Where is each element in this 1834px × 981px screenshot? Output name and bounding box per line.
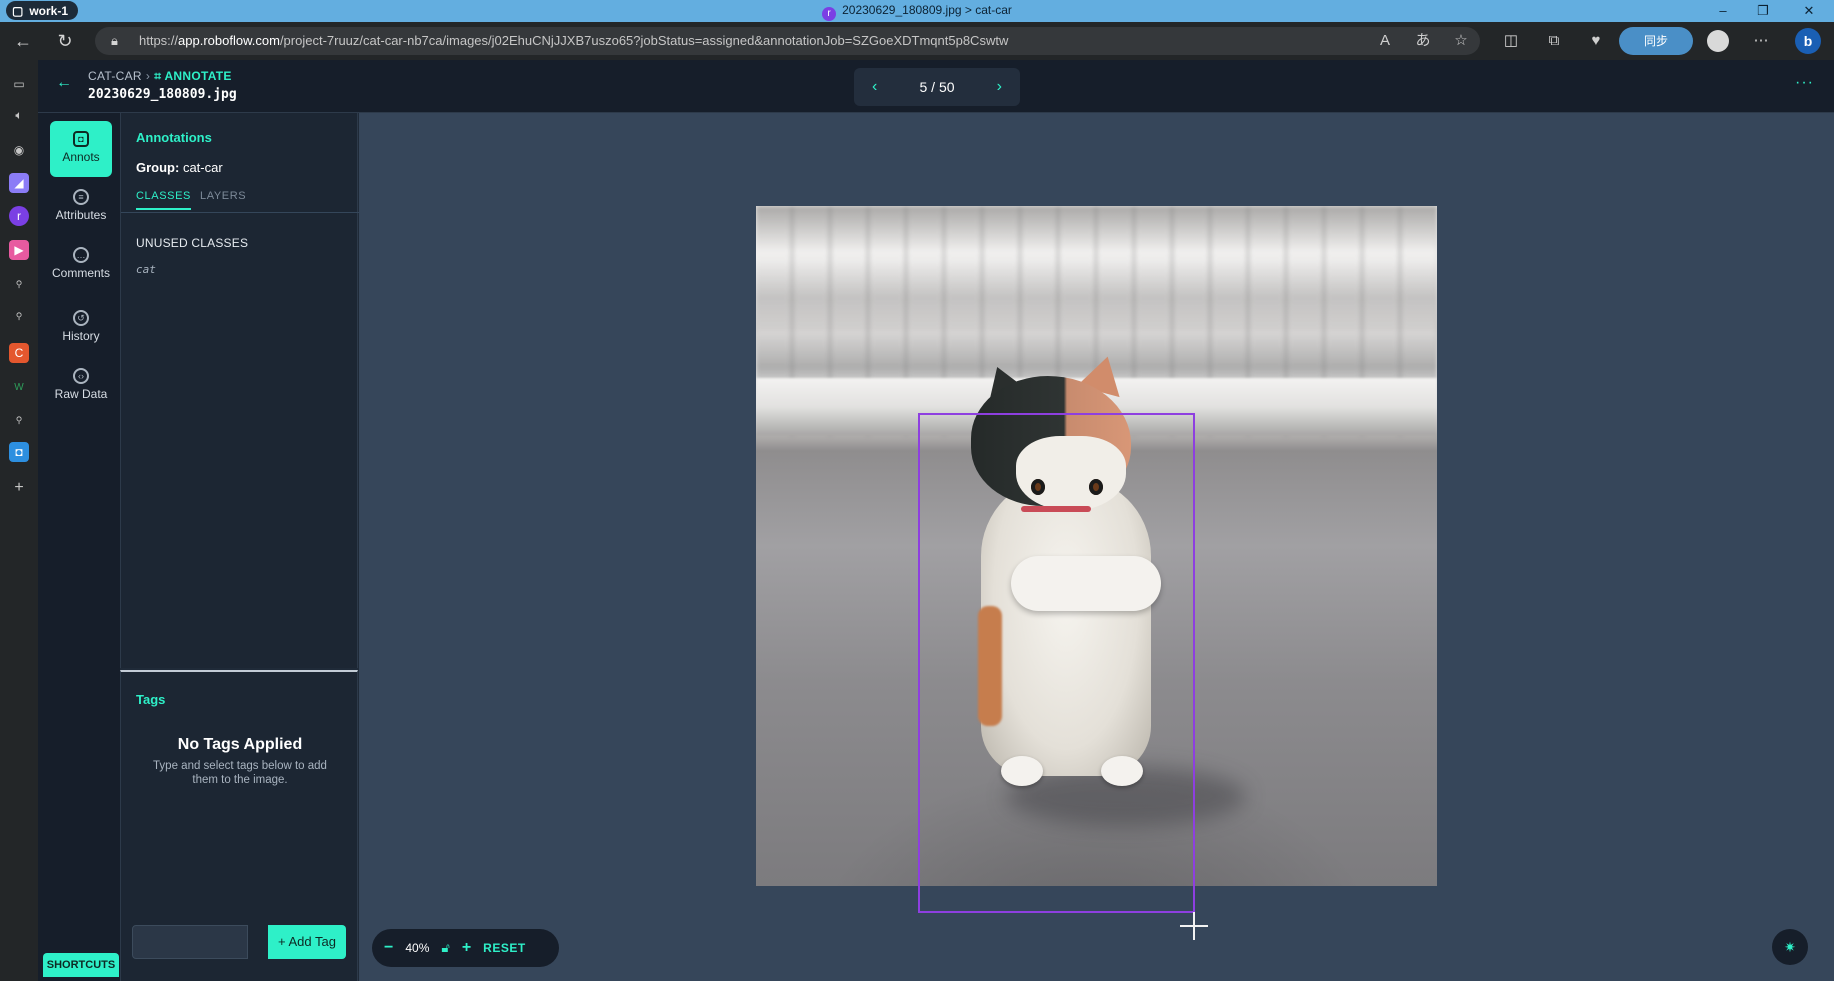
- rail-comments-label: Comments: [51, 266, 110, 280]
- restore-button[interactable]: ❐: [1750, 1, 1776, 21]
- audio-icon[interactable]: 🔈︎: [9, 105, 29, 125]
- app-icon-c[interactable]: C: [9, 343, 29, 363]
- more-options-icon[interactable]: ···: [1795, 74, 1814, 92]
- url-path: /project-7ruuz/cat-car-nb7ca/images/j02E…: [279, 33, 1009, 48]
- add-tag-button[interactable]: + Add Tag: [268, 925, 346, 959]
- lock-icon: 🔒︎: [111, 33, 118, 48]
- zoom-level: 40%: [405, 941, 430, 955]
- edge-sidebar: ▭ 🔈︎ ◉ ◢ r ▶ ⚲ ⚲ C W ⚲ ◘ +: [0, 60, 38, 981]
- browser-essentials-icon[interactable]: ♥: [1585, 30, 1607, 52]
- sync-button[interactable]: 同步: [1619, 27, 1693, 55]
- annotation-canvas[interactable]: [359, 113, 1834, 981]
- tags-title: Tags: [136, 692, 166, 707]
- group-line: Group: cat-car: [136, 160, 223, 175]
- breadcrumb: CAT-CAR › ⌗ ANNOTATE: [88, 69, 232, 84]
- media-app-icon[interactable]: ▶: [9, 240, 29, 260]
- roboflow-favicon-icon: r: [822, 7, 837, 21]
- zoom-lock-icon[interactable]: 🔓︎: [441, 940, 449, 956]
- shortcuts-button[interactable]: SHORTCUTS: [43, 953, 119, 977]
- copilot-icon[interactable]: b: [1795, 28, 1821, 54]
- crosshair-cursor-h: [1180, 925, 1208, 927]
- more-menu-icon[interactable]: ⋯: [1750, 30, 1772, 52]
- back-icon[interactable]: ←: [10, 28, 36, 54]
- refresh-icon[interactable]: ↻: [52, 28, 78, 54]
- zoom-in-button[interactable]: +: [462, 939, 471, 957]
- search-icon-2[interactable]: ⚲: [9, 306, 29, 326]
- zoom-reset-button[interactable]: RESET: [483, 941, 526, 955]
- outlook-app-icon[interactable]: ◘: [9, 442, 29, 462]
- zoom-controls: − 40% 🔓︎ + RESET: [372, 929, 559, 967]
- image-filename: 20230629_180809.jpg: [88, 87, 237, 102]
- search-icon[interactable]: ⚲: [9, 274, 29, 294]
- url-domain: app.roboflow.com: [178, 33, 280, 48]
- tab-classes[interactable]: CLASSES: [136, 190, 191, 210]
- image-pager: ‹ 5 / 50 ›: [854, 68, 1020, 106]
- tags-panel: Tags No Tags Applied Type and select tag…: [120, 670, 358, 981]
- history-icon: ↺: [73, 310, 89, 326]
- window-title: r 20230629_180809.jpg > cat-car: [0, 3, 1834, 21]
- rail-attributes-label: Attributes: [55, 208, 107, 222]
- group-value: cat-car: [182, 160, 223, 175]
- url-prefix: https://: [139, 33, 179, 48]
- no-tags-title: No Tags Applied: [177, 736, 303, 753]
- annotate-icon: ⌗: [154, 69, 165, 83]
- back-arrow-icon[interactable]: ←: [56, 74, 72, 92]
- profile-avatar[interactable]: [1707, 30, 1729, 52]
- zoom-out-button[interactable]: −: [384, 939, 393, 957]
- minimize-button[interactable]: –: [1710, 1, 1736, 21]
- attributes-icon: ≡: [73, 189, 89, 205]
- browser-toolbar: ← ↻ 🔒︎ https://app.roboflow.com/project-…: [0, 22, 1834, 60]
- pager-count: 5 / 50: [919, 79, 955, 95]
- read-aloud-icon[interactable]: A: [1374, 30, 1396, 52]
- search-icon-3[interactable]: ⚲: [9, 410, 29, 430]
- tab-actions-icon[interactable]: ▭: [9, 74, 29, 94]
- no-tags-subtitle: Type and select tags below to add them t…: [153, 760, 327, 786]
- github-icon[interactable]: ◉: [9, 140, 29, 160]
- next-image-icon[interactable]: ›: [997, 78, 1002, 96]
- rail-annots-label: Annots: [62, 150, 100, 164]
- add-app-icon[interactable]: +: [9, 478, 29, 498]
- tab-layers[interactable]: LAYERS: [200, 190, 246, 208]
- settings-gear-icon[interactable]: ✷: [1772, 929, 1808, 965]
- annotations-title: Annotations: [136, 130, 212, 145]
- tool-rail: ◘ Annots ≡ Attributes … Comments ↺ Histo…: [38, 113, 120, 981]
- annotation-tabs: CLASSES LAYERS: [121, 185, 359, 213]
- chevron-right-icon: ›: [145, 69, 151, 83]
- close-window-button[interactable]: ✕: [1796, 1, 1822, 21]
- collections-icon[interactable]: ⧉: [1543, 30, 1565, 52]
- favorite-star-icon[interactable]: ☆: [1450, 30, 1472, 52]
- annots-icon: ◘: [73, 131, 89, 147]
- rail-history-label: History: [62, 329, 100, 343]
- breadcrumb-project[interactable]: CAT-CAR: [88, 69, 142, 83]
- class-item-cat[interactable]: cat: [136, 263, 156, 276]
- split-screen-icon[interactable]: ◫: [1500, 30, 1522, 52]
- rail-comments-button[interactable]: … Comments: [50, 237, 112, 293]
- group-label: Group:: [136, 160, 180, 175]
- comments-icon: …: [73, 247, 89, 263]
- annotate-header: ← CAT-CAR › ⌗ ANNOTATE 20230629_180809.jpg…: [38, 60, 1834, 113]
- rail-history-button[interactable]: ↺ History: [50, 300, 112, 356]
- annotations-panel: Annotations Group: cat-car CLASSES LAYER…: [120, 113, 359, 668]
- address-bar[interactable]: 🔒︎ https://app.roboflow.com/project-7ruu…: [95, 27, 1480, 55]
- unused-classes-heading: UNUSED CLASSES: [136, 236, 249, 250]
- app-icon-1[interactable]: ◢: [9, 173, 29, 193]
- rail-raw-data-label: Raw Data: [54, 387, 108, 401]
- app-icon-w[interactable]: W: [9, 378, 29, 398]
- roboflow-app-icon[interactable]: r: [9, 206, 29, 226]
- code-icon: ‹›: [73, 368, 89, 384]
- bounding-box-cat[interactable]: [918, 413, 1195, 913]
- prev-image-icon[interactable]: ‹: [872, 78, 877, 96]
- translate-icon[interactable]: あ: [1412, 30, 1434, 52]
- breadcrumb-annotate: ⌗ ANNOTATE: [154, 69, 232, 83]
- window-titlebar: ▢ work-1 r 20230629_180809.jpg > cat-car …: [0, 0, 1834, 22]
- rail-attributes-button[interactable]: ≡ Attributes: [50, 179, 112, 235]
- tag-input[interactable]: [132, 925, 248, 959]
- rail-raw-data-button[interactable]: ‹› Raw Data: [50, 358, 112, 414]
- rail-annots-button[interactable]: ◘ Annots: [50, 121, 112, 177]
- window-title-text: 20230629_180809.jpg > cat-car: [842, 3, 1012, 17]
